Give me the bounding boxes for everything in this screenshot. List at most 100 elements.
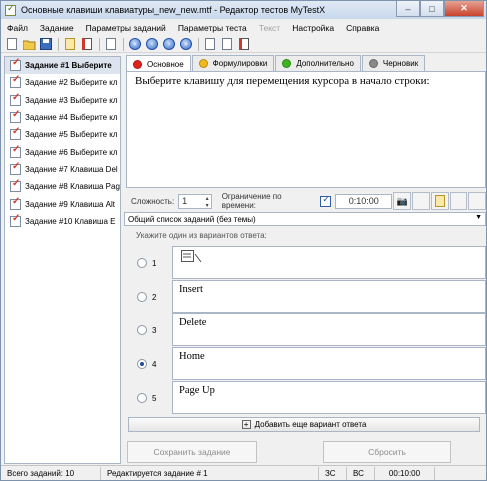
menu-settings[interactable]: Настройка	[286, 23, 340, 33]
status-total: Всего заданий: 10	[1, 466, 101, 480]
check-icon	[10, 92, 21, 106]
tab-wordings[interactable]: Формулировки	[191, 55, 275, 71]
check-icon	[10, 109, 21, 124]
check-icon	[10, 74, 21, 89]
answer-radio[interactable]	[137, 359, 147, 369]
blank-button[interactable]	[412, 192, 430, 210]
minimize-button[interactable]: –	[396, 1, 420, 17]
task-list-item[interactable]: Задание #8 Клавиша Pag	[5, 178, 120, 195]
task-list-item[interactable]: Задание #6 Выберите кл	[5, 143, 120, 160]
check-icon	[10, 144, 21, 158]
menu-task[interactable]: Задание	[34, 23, 80, 33]
answer-radio[interactable]	[137, 393, 147, 403]
status-bar: Всего заданий: 10 Редактируется задание …	[1, 465, 486, 480]
task-list-item[interactable]: Задание #4 Выберите кл	[5, 109, 120, 126]
save-task-button[interactable]: Сохранить задание	[127, 441, 257, 463]
tab-draft[interactable]: Черновик	[361, 55, 426, 71]
answer-text-field[interactable]	[172, 246, 486, 279]
answer-text-field[interactable]: Page Up	[172, 381, 486, 414]
menu-task-params[interactable]: Параметры заданий	[80, 23, 172, 33]
task-props-icon[interactable]	[103, 37, 119, 52]
reset-button[interactable]: Сбросить	[323, 441, 451, 463]
camera-icon[interactable]: 📷	[393, 192, 412, 210]
answer-radio[interactable]	[137, 258, 147, 268]
app-icon	[5, 3, 16, 16]
time-limit-label: Ограничение по времени:	[221, 192, 282, 210]
menu-file[interactable]: Файл	[1, 23, 34, 33]
toolbar-separator	[123, 37, 124, 51]
toolbar-separator	[58, 37, 59, 51]
window-controls: – □ ✕	[396, 1, 484, 17]
add-task-icon[interactable]	[62, 37, 78, 52]
nav-prev-icon[interactable]: ‹	[144, 37, 160, 52]
red-dot-icon	[133, 59, 142, 69]
answer-radio[interactable]	[137, 292, 147, 302]
time-limit-checkbox[interactable]	[320, 194, 332, 207]
check-icon	[10, 126, 21, 141]
status-time: 00:10:00	[375, 466, 435, 480]
menu-bar: Файл Задание Параметры заданий Параметры…	[1, 20, 486, 35]
complexity-label: Сложность:	[131, 196, 175, 206]
nav-last-icon[interactable]: »	[178, 37, 194, 52]
task-list-item[interactable]: Задание #7 Клавиша Del	[5, 161, 120, 178]
blank-button[interactable]	[449, 192, 468, 210]
menu-test-params[interactable]: Параметры теста	[172, 23, 253, 33]
add-answer-button[interactable]: + Добавить еще вариант ответа	[128, 417, 480, 432]
answer-text-field[interactable]: Insert	[172, 280, 486, 313]
toolbar-separator	[198, 37, 199, 51]
menu-text[interactable]: Текст	[253, 23, 286, 33]
task-list-item[interactable]: Задание #2 Выберите кл	[5, 74, 120, 91]
dropdown-arrow-icon: ▼	[475, 214, 482, 221]
task-list-item[interactable]: Задание #5 Выберите кл	[5, 126, 120, 143]
toolbar: « ‹ › »	[1, 36, 486, 53]
toolbar-separator	[99, 37, 100, 51]
image-placeholder-icon	[181, 250, 202, 263]
save-icon[interactable]	[38, 37, 54, 52]
main-window: Основные клавиши клавиатуры_new_new.mtf …	[0, 0, 487, 481]
pdf-icon[interactable]	[236, 37, 252, 52]
answer-hint: Укажите один из вариантов ответа:	[136, 231, 267, 240]
new-doc-icon[interactable]	[4, 37, 20, 52]
tab-main[interactable]: Основное	[126, 55, 191, 72]
menu-help[interactable]: Справка	[340, 23, 385, 33]
blank-button[interactable]	[468, 192, 486, 210]
check-icon	[10, 57, 21, 72]
close-button[interactable]: ✕	[444, 1, 484, 17]
task-options-row: Сложность: 1 Ограничение по времени: 0:1…	[126, 192, 486, 210]
task-list-item[interactable]: Задание #1 Выберите	[5, 57, 120, 75]
notes-icon[interactable]	[430, 192, 449, 210]
time-limit-field[interactable]: 0:10:00	[335, 193, 393, 209]
title-bar: Основные клавиши клавиатуры_new_new.mtf …	[1, 1, 486, 19]
answer-radio[interactable]	[137, 325, 147, 335]
tab-additional[interactable]: Дополнительно	[275, 55, 361, 71]
nav-next-icon[interactable]: ›	[161, 37, 177, 52]
task-list-item[interactable]: Задание #10 Клавиша E	[5, 213, 120, 230]
maximize-button[interactable]: □	[420, 1, 444, 17]
gray-dot-icon	[368, 59, 378, 68]
open-folder-icon[interactable]	[21, 37, 37, 52]
status-caps: ЗС	[319, 466, 347, 480]
check-icon	[10, 178, 21, 193]
task-list: Задание #1 Выберите Задание #2 Выберите …	[4, 56, 121, 464]
status-editing: Редактируется задание # 1	[101, 466, 319, 480]
task-list-select[interactable]: Общий список заданий (без темы) ▼	[124, 212, 486, 226]
nav-first-icon[interactable]: «	[127, 37, 143, 52]
check-icon	[10, 213, 21, 227]
check-icon	[10, 161, 21, 175]
copy-icon[interactable]	[202, 37, 218, 52]
task-list-item[interactable]: Задание #3 Выберите кл	[5, 92, 120, 109]
answer-text-field[interactable]: Home	[172, 347, 486, 380]
green-dot-icon	[282, 59, 292, 68]
plus-icon: +	[241, 420, 251, 429]
window-title: Основные клавиши клавиатуры_new_new.mtf …	[21, 5, 326, 15]
question-editor[interactable]: Выберите клавишу для перемещения курсора…	[126, 71, 486, 188]
paste-icon[interactable]	[219, 37, 235, 52]
yellow-dot-icon	[198, 59, 208, 68]
task-list-item[interactable]: Задание #9 Клавиша Alt	[5, 195, 120, 212]
complexity-spinner[interactable]: 1	[178, 193, 212, 209]
delete-task-icon[interactable]	[79, 37, 95, 52]
task-tabs: Основное Формулировки Дополнительно Черн…	[126, 55, 486, 72]
check-icon	[10, 196, 21, 210]
status-lang: ВС	[347, 466, 375, 480]
answer-text-field[interactable]: Delete	[172, 313, 486, 346]
